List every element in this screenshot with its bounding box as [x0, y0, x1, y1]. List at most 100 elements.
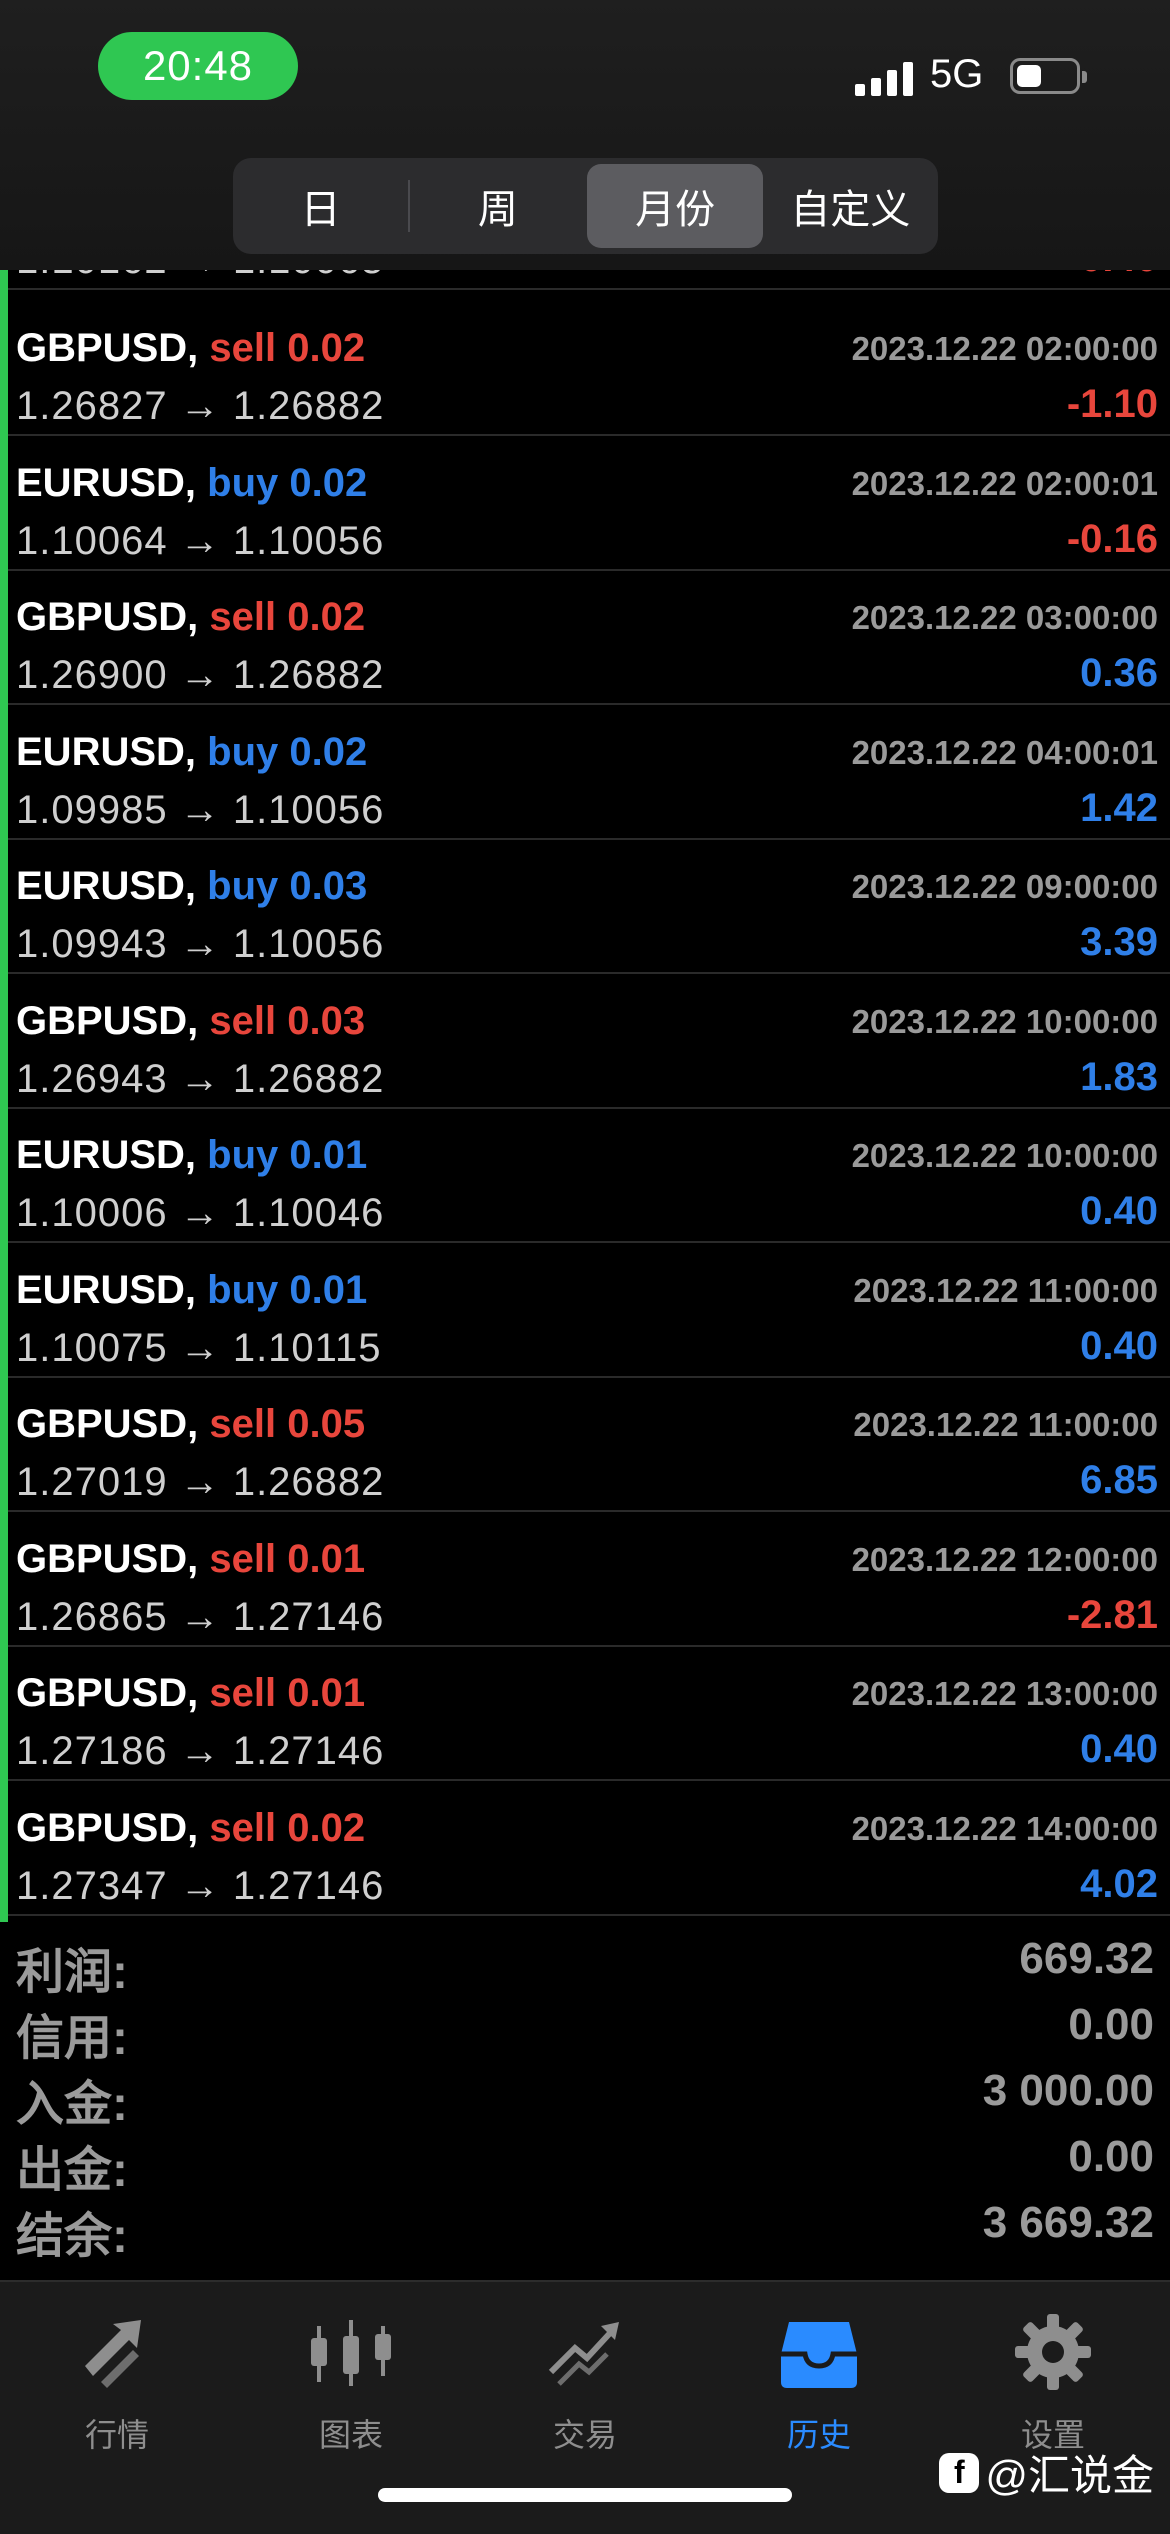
trade-symbol-line: EURUSD, buy 0.03: [16, 864, 367, 909]
watermark-text: @汇说金: [985, 2452, 1154, 2499]
trade-symbol: EURUSD,: [16, 729, 197, 774]
trade-time: 2023.12.22 12:00:00: [851, 1540, 1158, 1578]
trade-price: 1.10006 → 1.10046: [16, 1191, 385, 1235]
table-row[interactable]: EURUSD, buy 0.02 2023.12.22 04:00:01 1.099…: [8, 706, 1170, 840]
trade-time: 2023.12.22 04:00:01: [851, 733, 1158, 771]
trade-side: sell: [209, 1671, 277, 1715]
tab-label: 图表: [318, 2417, 383, 2453]
table-row[interactable]: GBPUSD, sell 0.05 2023.12.22 11:00:00 1.27…: [8, 1378, 1170, 1512]
trade-price: 1.27186 → 1.27146: [16, 1729, 385, 1773]
tab-label: 行情: [84, 2417, 149, 2453]
signal-icon: [855, 62, 915, 96]
period-tab-week[interactable]: 周: [410, 164, 585, 248]
trade-side: sell: [209, 1402, 277, 1446]
status-time: 20:48: [98, 32, 298, 100]
trade-price: 1.10075 → 1.10115: [16, 1325, 382, 1370]
trade-lot: 0.02: [287, 595, 366, 639]
table-row[interactable]: GBPUSD, sell 0.02 2023.12.22 03:00:00 1.26…: [8, 571, 1170, 705]
trade-price: 1.10064 → 1.10056: [16, 518, 385, 563]
trade-time: 2023.12.22 02:00:01: [851, 464, 1158, 502]
tab-trade[interactable]: 交易: [468, 2302, 702, 2462]
trade-symbol-line: GBPUSD, sell 0.02: [16, 1806, 365, 1851]
trade-symbol-line: GBPUSD, sell 0.01: [16, 1671, 365, 1716]
trade-symbol: GBPUSD,: [16, 1805, 199, 1850]
tab-history[interactable]: 历史: [702, 2302, 936, 2462]
trade-symbol: EURUSD,: [16, 1133, 197, 1177]
trade-price: 1.09943 → 1.10056: [16, 922, 385, 966]
trade-price: 1.26900 → 1.26882: [16, 653, 385, 697]
trade-time: 2023.12.22 10:00:00: [851, 1137, 1158, 1174]
trade-price: 1.26827 → 1.26882: [16, 384, 385, 428]
summary-balance: 结余: 3 669.32: [0, 2190, 1170, 2263]
summary-value: 3 669.32: [982, 2198, 1154, 2247]
trade-profit: 6.85: [1080, 1458, 1158, 1502]
brand-logo-icon: f: [939, 2452, 980, 2493]
summary-credit: 信用: 0.00: [0, 1992, 1170, 2065]
period-tab-month[interactable]: 月份: [587, 164, 763, 248]
trade-price: 1.27019 → 1.26882: [16, 1460, 385, 1504]
table-row[interactable]: EURUSD, buy 0.01 2023.12.22 10:00:00 1.100…: [8, 1109, 1170, 1243]
summary-value: 0.00: [1068, 2000, 1154, 2049]
trade-profit: -2.81: [1066, 1592, 1158, 1637]
trade-profit: 0.40: [1080, 1727, 1158, 1771]
table-row[interactable]: EURUSD, buy 0.02 2023.12.22 02:00:01 1.100…: [8, 437, 1170, 571]
summary-profit: 利润: 669.32: [0, 1926, 1170, 1999]
tab-chart[interactable]: 图表: [234, 2302, 468, 2462]
trade-symbol-line: EURUSD, buy 0.01: [16, 1268, 367, 1313]
table-row[interactable]: EURUSD, buy 0.03 2023.12.22 09:00:00 1.099…: [8, 840, 1170, 974]
trade-time: 2023.12.22 11:00:00: [853, 1406, 1158, 1443]
period-tab-custom[interactable]: 自定义: [763, 164, 938, 248]
trade-lot: 0.01: [289, 1133, 368, 1177]
watermark: f @汇说金: [939, 2442, 1154, 2503]
home-indicator[interactable]: [378, 2488, 792, 2502]
trade-lot: 0.03: [289, 864, 368, 908]
trade-lot: 0.02: [287, 1805, 366, 1850]
tab-label: 交易: [552, 2417, 617, 2453]
trade-side: sell: [209, 998, 277, 1043]
top-bar: 20:48 5G 日 周 月份 自定义: [0, 0, 1170, 270]
table-row[interactable]: GBPUSD, sell 0.02 2023.12.22 14:00:00 1.27…: [8, 1782, 1170, 1916]
period-segmented-control: 日 周 月份 自定义: [233, 158, 938, 254]
table-row[interactable]: GBPUSD, sell 0.03 2023.12.22 10:00:00 1.26…: [8, 975, 1170, 1109]
trade-lot: 0.02: [289, 729, 368, 774]
trade-side: sell: [209, 1536, 277, 1581]
table-row[interactable]: GBPUSD, sell 0.01 2023.12.22 13:00:00 1.27…: [8, 1647, 1170, 1781]
trade-side: buy: [207, 1267, 279, 1312]
history-icon: [781, 2322, 857, 2388]
trade-symbol-line: EURUSD, buy 0.02: [16, 730, 367, 775]
trade-time: 2023.12.22 14:00:00: [851, 1809, 1158, 1847]
trade-profit: 1.83: [1080, 1054, 1158, 1099]
table-row[interactable]: GBPUSD, sell 0.01 2023.12.22 12:00:00 1.26…: [8, 1513, 1170, 1647]
trade-profit: 0.36: [1080, 651, 1158, 695]
table-row[interactable]: EURUSD, buy 0.01 2023.12.22 11:00:00 1.100…: [8, 1244, 1170, 1378]
trade-icon: [548, 2322, 619, 2386]
trade-profit: 0.40: [1080, 1189, 1158, 1233]
trade-price: 1.27347 → 1.27146: [16, 1863, 385, 1908]
trade-side: sell: [209, 595, 277, 639]
trade-symbol: GBPUSD,: [16, 1402, 199, 1446]
summary-deposit: 入金: 3 000.00: [0, 2058, 1170, 2131]
trade-history-list[interactable]: 1.10162 → 1.10065 0.40 GBPUSD, sell 0.02…: [0, 230, 1170, 1922]
period-tab-day[interactable]: 日: [233, 164, 408, 248]
trade-lot: 0.01: [287, 1671, 366, 1715]
trade-lot: 0.03: [287, 998, 366, 1043]
trade-price: 1.09985 → 1.10056: [16, 787, 385, 832]
tab-settings[interactable]: 设置: [936, 2302, 1170, 2462]
quotes-icon: [85, 2320, 141, 2388]
trade-side: buy: [207, 864, 279, 908]
trade-symbol-line: EURUSD, buy 0.01: [16, 1133, 367, 1178]
summary-label: 结余:: [16, 2210, 128, 2263]
trade-symbol: GBPUSD,: [16, 1671, 199, 1715]
network-label: 5G: [930, 52, 984, 96]
trade-symbol-line: GBPUSD, sell 0.02: [16, 595, 365, 640]
trade-side: buy: [207, 729, 279, 774]
trade-profit: 1.42: [1080, 785, 1158, 830]
tab-quotes[interactable]: 行情: [0, 2302, 234, 2462]
trade-profit: -0.16: [1066, 516, 1158, 561]
summary-value: 669.32: [1019, 1934, 1154, 1983]
trade-symbol: EURUSD,: [16, 1267, 197, 1312]
trade-side: buy: [207, 1133, 279, 1177]
trade-price: 1.26943 → 1.26882: [16, 1056, 385, 1101]
table-row[interactable]: GBPUSD, sell 0.02 2023.12.22 02:00:00 1.26…: [8, 302, 1170, 436]
trade-lot: 0.02: [287, 326, 366, 370]
